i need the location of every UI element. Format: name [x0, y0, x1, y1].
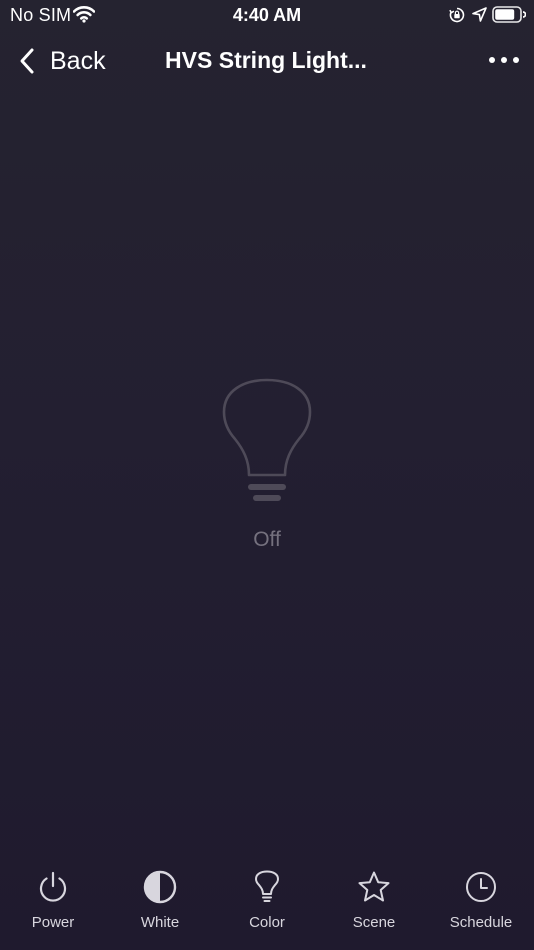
page-title: HVS String Light...	[165, 47, 367, 73]
bulb-icon	[255, 870, 279, 902]
bottom-tab-bar: Power White Color Scene Schedule	[0, 860, 534, 950]
battery-icon	[492, 6, 526, 23]
bulb-status: Off	[0, 376, 534, 552]
tab-white-label: White	[140, 914, 180, 931]
power-icon	[39, 871, 67, 902]
back-label: Back	[50, 46, 106, 75]
tab-schedule[interactable]: Schedule	[428, 860, 534, 940]
star-icon	[358, 871, 390, 902]
tab-color[interactable]: Color	[214, 860, 320, 940]
tab-scene[interactable]: Scene	[321, 860, 427, 940]
tab-power[interactable]: Power	[0, 860, 106, 940]
chevron-left-icon	[20, 48, 34, 74]
status-bar: No SIM 4:40 AM	[0, 0, 534, 30]
power-state-label: Off	[253, 528, 281, 551]
clock-icon	[466, 872, 496, 902]
tab-scene-label: Scene	[352, 914, 396, 931]
location-arrow-icon	[472, 7, 487, 22]
tab-schedule-label: Schedule	[449, 914, 513, 931]
half-circle-icon	[143, 870, 177, 904]
more-options-icon[interactable]	[484, 48, 524, 72]
screen: No SIM 4:40 AM Back HVS String Light... …	[0, 0, 534, 950]
tab-color-label: Color	[249, 914, 285, 931]
tab-white[interactable]: White	[107, 860, 213, 940]
back-button[interactable]: Back	[18, 44, 106, 78]
navigation-bar: Back HVS String Light...	[0, 34, 534, 88]
rotation-lock-icon	[449, 7, 465, 23]
light-bulb-icon[interactable]	[222, 376, 312, 506]
tab-power-label: Power	[31, 914, 75, 931]
